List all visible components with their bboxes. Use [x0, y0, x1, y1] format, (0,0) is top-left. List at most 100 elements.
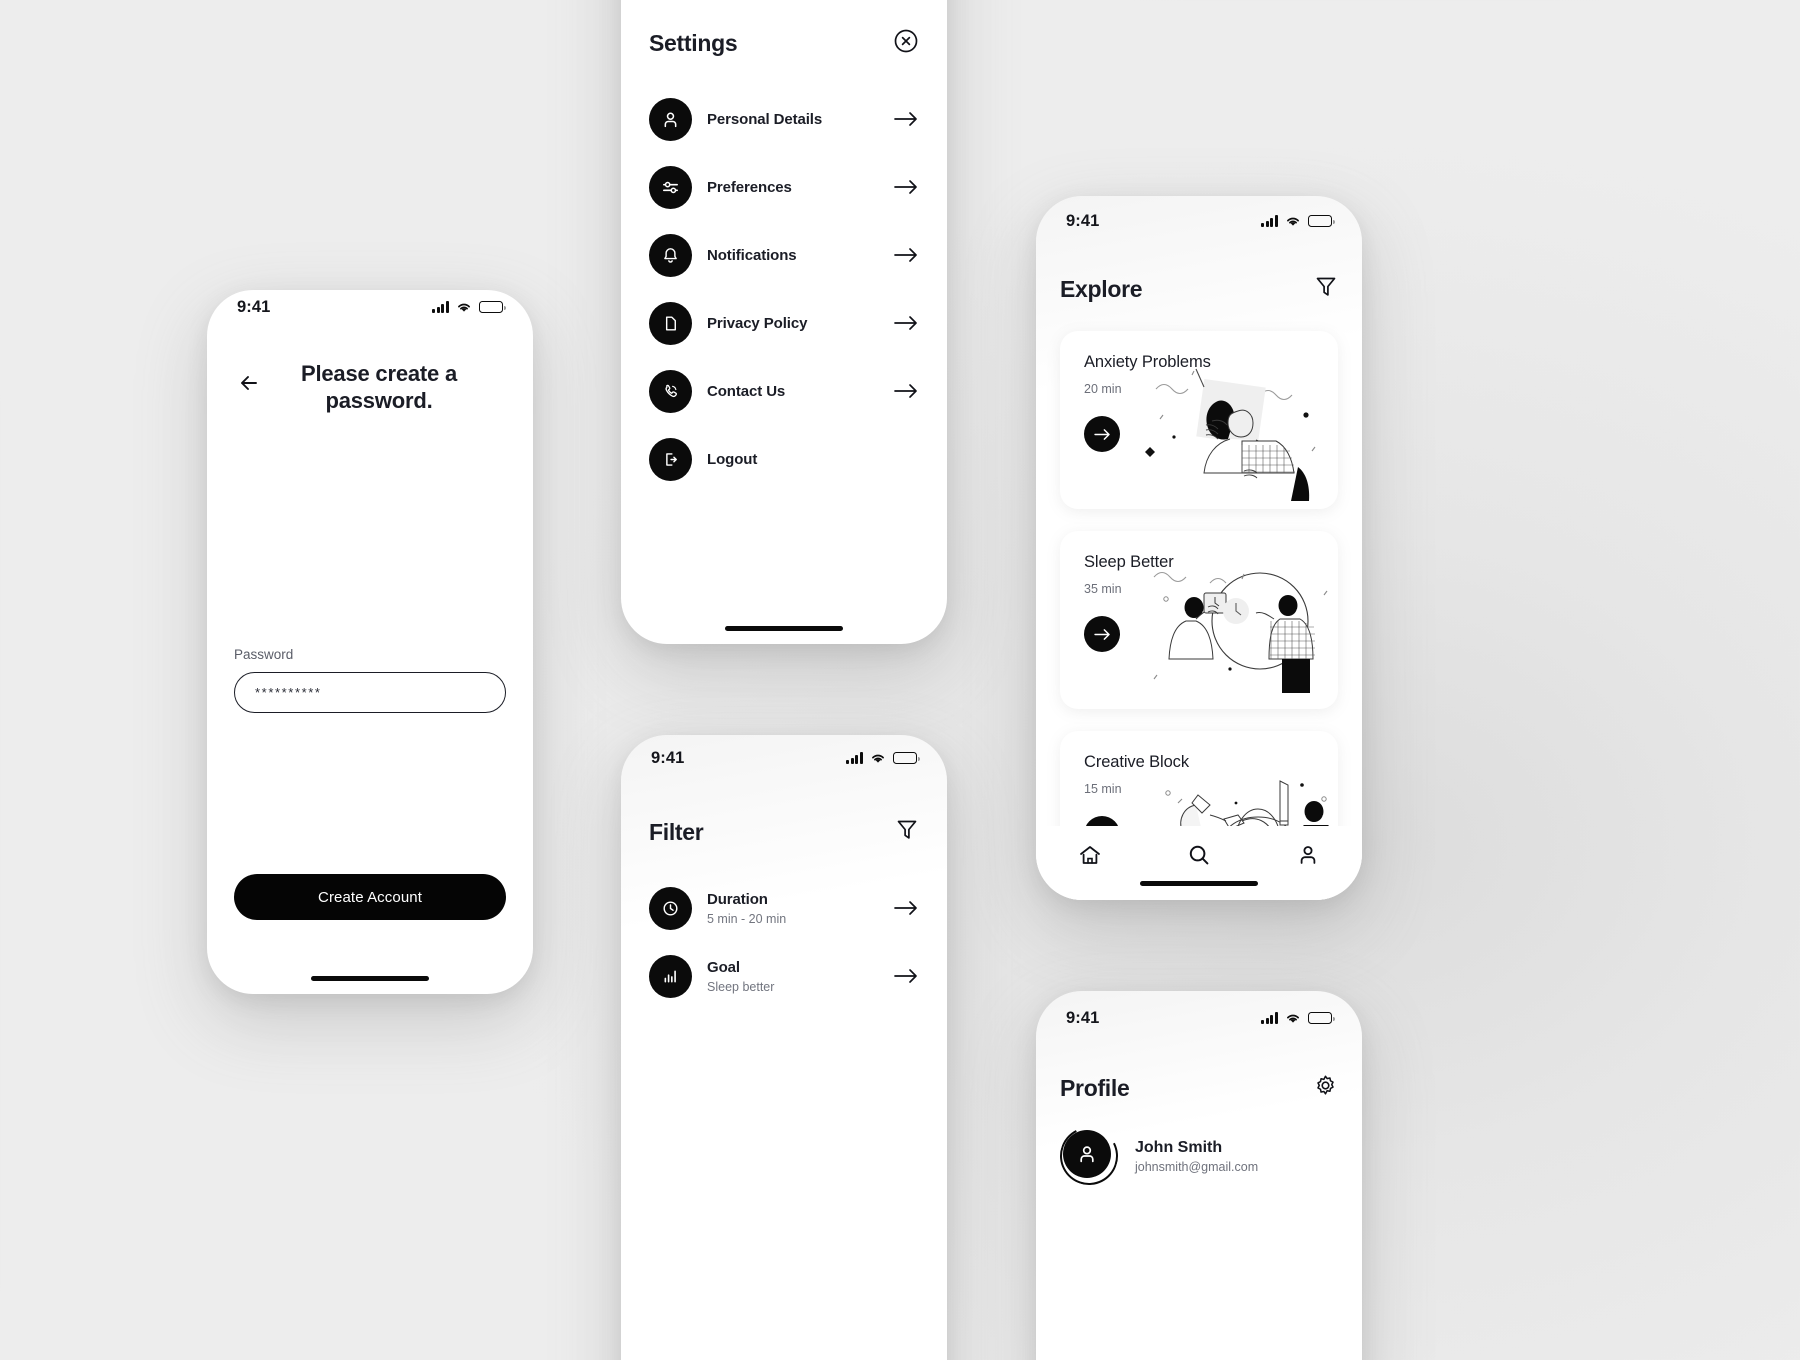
status-bar: 9:41 [207, 290, 533, 324]
settings-list: Personal Details Preferences Notificatio… [649, 85, 919, 493]
password-label: Password [234, 647, 294, 662]
create-account-button[interactable]: Create Account [234, 874, 506, 920]
status-time: 9:41 [651, 748, 685, 767]
filter-item-value: Sleep better [707, 979, 775, 994]
phone-create-password: 9:41 Please create a password. Password … [207, 290, 533, 994]
user-icon[interactable] [1291, 838, 1325, 872]
arrow-right-icon [893, 382, 919, 400]
clock-icon [649, 886, 692, 930]
page-title: Explore [1060, 276, 1143, 302]
status-icons [1260, 1012, 1336, 1024]
user-icon [649, 97, 692, 141]
card-duration: 15 min [1084, 782, 1122, 796]
sliders-icon [649, 165, 692, 209]
filter-item-goal[interactable]: Goal Sleep better [649, 942, 919, 1010]
avatar [1052, 1119, 1126, 1193]
arrow-right-icon[interactable] [1084, 616, 1120, 652]
filter-header: Filter [649, 817, 919, 848]
settings-item-privacy-policy[interactable]: Privacy Policy [649, 289, 919, 357]
signal-icon [1260, 1012, 1278, 1024]
arrow-left-icon[interactable] [234, 368, 264, 398]
wifi-icon [870, 752, 886, 764]
settings-item-contact-us[interactable]: Contact Us [649, 357, 919, 425]
arrow-right-icon [893, 246, 919, 264]
home-indicator [1140, 880, 1258, 886]
settings-item-notifications[interactable]: Notifications [649, 221, 919, 289]
phone-explore: 9:41 Explore Anxiety Problems 20 min Sle… [1036, 196, 1362, 900]
gear-icon[interactable] [1313, 1073, 1338, 1103]
phone-settings: Settings Personal Details Preferences No… [621, 0, 947, 644]
settings-header: Settings [649, 28, 919, 59]
status-icons [431, 301, 507, 313]
arrow-right-icon[interactable] [1084, 416, 1120, 452]
battery-icon [1308, 1012, 1336, 1024]
explore-card-anxiety[interactable]: Anxiety Problems 20 min [1060, 331, 1338, 509]
settings-item-label: Personal Details [707, 110, 823, 128]
card-duration: 20 min [1084, 382, 1122, 396]
home-indicator [725, 625, 843, 631]
bell-icon [649, 233, 692, 277]
filter-list: Duration 5 min - 20 min Goal Sleep bette… [649, 874, 919, 1010]
settings-item-personal-details[interactable]: Personal Details [649, 85, 919, 153]
profile-user[interactable]: John Smith johnsmith@gmail.com [1052, 1119, 1338, 1193]
page-title: Profile [1060, 1074, 1130, 1101]
arrow-right-icon [893, 899, 919, 917]
explore-card-sleep[interactable]: Sleep Better 35 min [1060, 531, 1338, 709]
password-header: Please create a password. [234, 360, 506, 414]
card-title: Anxiety Problems [1084, 353, 1211, 371]
wifi-icon [1285, 1012, 1301, 1024]
card-title: Creative Block [1084, 753, 1189, 771]
close-circle-icon[interactable] [893, 28, 919, 59]
card-duration: 35 min [1084, 582, 1122, 596]
arrow-right-icon [893, 967, 919, 985]
profile-name: John Smith [1135, 1138, 1223, 1156]
settings-item-label: Preferences [707, 178, 792, 196]
status-time: 9:41 [1066, 1008, 1100, 1027]
wifi-icon [456, 301, 472, 313]
password-input[interactable]: ********** [234, 672, 506, 713]
wifi-icon [1285, 215, 1301, 227]
home-indicator [311, 975, 429, 981]
explore-header: Explore [1060, 274, 1338, 305]
status-bar: 9:41 [1036, 1001, 1362, 1035]
logout-icon [649, 437, 692, 481]
battery-icon [893, 752, 921, 764]
search-icon[interactable] [1182, 838, 1216, 872]
battery-icon [1308, 215, 1336, 227]
phone-icon [649, 369, 692, 413]
page-title: Settings [649, 30, 738, 56]
bar-chart-icon [649, 954, 692, 998]
arrow-right-icon [893, 110, 919, 128]
status-bar: 9:41 [1036, 204, 1362, 238]
card-title: Sleep Better [1084, 553, 1174, 571]
status-time: 9:41 [237, 297, 271, 316]
page-title: Please create a password. [300, 361, 458, 414]
signal-icon [431, 301, 449, 313]
settings-item-label: Logout [707, 450, 758, 468]
signal-icon [845, 752, 863, 764]
filter-item-value: 5 min - 20 min [707, 911, 787, 926]
signal-icon [1260, 215, 1278, 227]
funnel-icon[interactable] [895, 817, 919, 848]
arrow-right-icon [893, 178, 919, 196]
filter-item-duration[interactable]: Duration 5 min - 20 min [649, 874, 919, 942]
filter-item-label: Duration [707, 890, 768, 908]
status-icons [845, 752, 921, 764]
settings-item-label: Privacy Policy [707, 314, 808, 332]
funnel-icon[interactable] [1314, 274, 1338, 305]
filter-item-label: Goal [707, 958, 740, 976]
document-icon [649, 301, 692, 345]
settings-item-label: Notifications [707, 246, 797, 264]
page-title: Filter [649, 819, 704, 845]
status-bar: 9:41 [621, 741, 947, 775]
bottom-navigation [1036, 826, 1362, 900]
battery-icon [479, 301, 507, 313]
arrow-right-icon [893, 314, 919, 332]
settings-item-logout[interactable]: Logout [649, 425, 919, 493]
status-icons [1260, 215, 1336, 227]
settings-item-label: Contact Us [707, 382, 786, 400]
profile-email: johnsmith@gmail.com [1135, 1159, 1259, 1174]
settings-item-preferences[interactable]: Preferences [649, 153, 919, 221]
home-icon[interactable] [1073, 838, 1107, 872]
phone-profile: 9:41 Profile John Smith johnsmith@gmail.… [1036, 991, 1362, 1360]
